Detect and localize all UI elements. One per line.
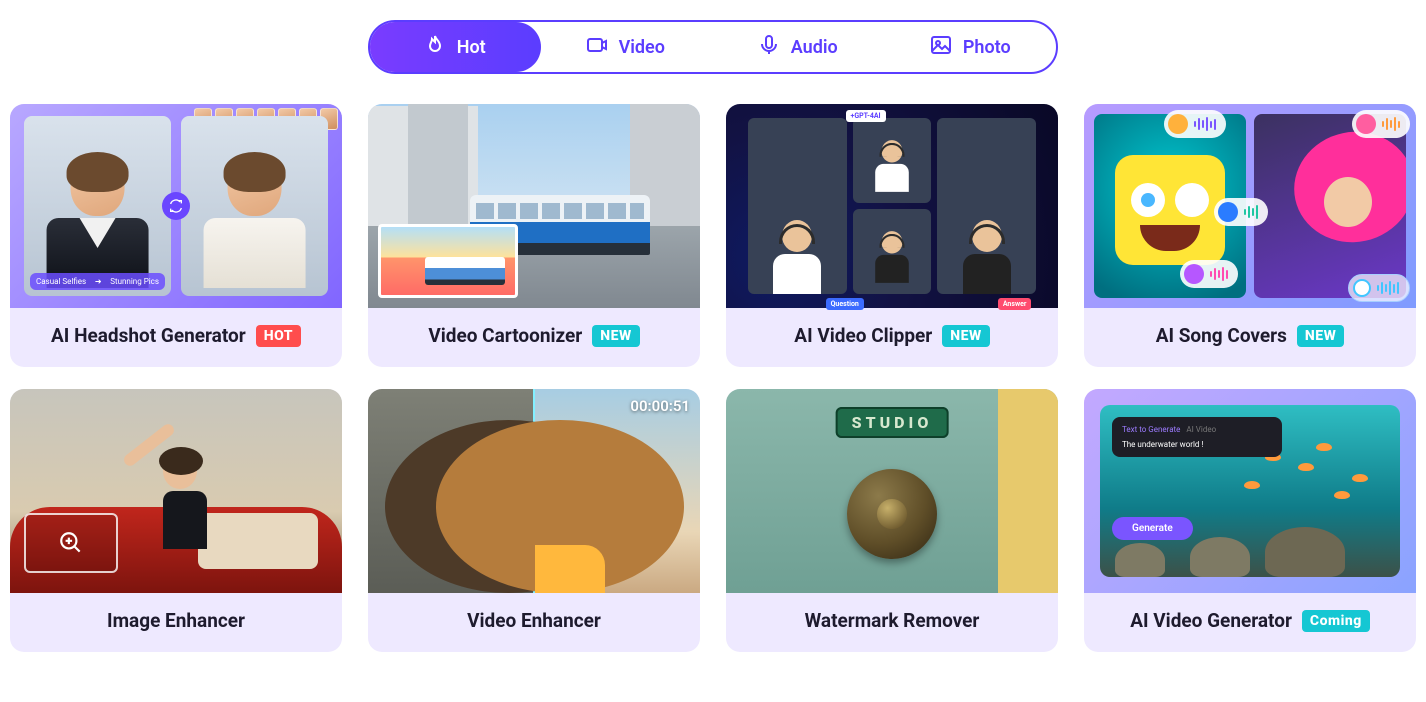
- prompt-text: The underwater world !: [1122, 440, 1272, 449]
- badge-coming: Coming: [1302, 610, 1370, 632]
- video-icon: [585, 33, 609, 62]
- tool-card-watermark-remover[interactable]: STUDIO Watermark Remover: [726, 389, 1058, 652]
- badge-hot: HOT: [256, 325, 301, 347]
- timestamp: 00:00:51: [630, 397, 690, 415]
- tag-question: Question: [826, 298, 864, 310]
- tab-label: Video: [619, 37, 665, 58]
- tool-thumbnail: STUDIO: [726, 389, 1058, 593]
- waveform-icon: [1348, 274, 1410, 302]
- category-tabbar: Hot Video Audio Photo: [368, 20, 1058, 74]
- waveform-icon: [1180, 260, 1238, 288]
- waveform-icon: [1352, 110, 1410, 138]
- tab-photo[interactable]: Photo: [884, 22, 1057, 72]
- tool-title: Video Enhancer: [467, 609, 601, 632]
- flame-icon: [423, 33, 447, 62]
- tool-title: Image Enhancer: [107, 609, 245, 632]
- tool-card-ai-headshot-generator[interactable]: Casual Selfies ➜ Stunning Pics AI Headsh…: [10, 104, 342, 367]
- tool-thumbnail: [10, 389, 342, 593]
- swap-icon: [162, 192, 190, 220]
- tag-answer: Answer: [998, 298, 1032, 310]
- mic-icon: [757, 33, 781, 62]
- arrow-icon: ➜: [95, 277, 102, 286]
- tool-thumbnail: [368, 104, 700, 308]
- badge-new: NEW: [1297, 325, 1344, 347]
- badge-new: NEW: [592, 325, 639, 347]
- tool-card-ai-video-generator[interactable]: Text to Generate AI Video The underwater…: [1084, 389, 1416, 652]
- waveform-icon: [1214, 198, 1268, 226]
- tab-label: Hot: [457, 37, 486, 58]
- waveform-icon: [1164, 110, 1226, 138]
- tool-title: Video Cartoonizer: [428, 324, 582, 347]
- badge-new: NEW: [942, 325, 989, 347]
- tool-title: AI Video Generator: [1130, 609, 1292, 632]
- tab-hot[interactable]: Hot: [368, 22, 541, 72]
- tool-thumbnail: [1084, 104, 1416, 308]
- tool-card-image-enhancer[interactable]: Image Enhancer: [10, 389, 342, 652]
- tool-title: AI Song Covers: [1156, 324, 1287, 347]
- chip-text: Stunning Pics: [110, 277, 159, 286]
- tool-title: AI Video Clipper: [794, 324, 932, 347]
- tool-thumbnail: 00:00:51: [368, 389, 700, 593]
- tab-label: Audio: [791, 37, 838, 58]
- tool-title: Watermark Remover: [805, 609, 980, 632]
- prompt-tab-active: Text to Generate: [1122, 425, 1180, 434]
- magnifier-icon: [24, 513, 118, 573]
- tool-thumbnail: Text to Generate AI Video The underwater…: [1084, 389, 1416, 593]
- tools-grid: Casual Selfies ➜ Stunning Pics AI Headsh…: [8, 104, 1418, 652]
- generate-button: Generate: [1112, 517, 1193, 540]
- tool-card-video-cartoonizer[interactable]: Video Cartoonizer NEW: [368, 104, 700, 367]
- prompt-tab-inactive: AI Video: [1186, 425, 1216, 434]
- tool-card-video-enhancer[interactable]: 00:00:51 Video Enhancer: [368, 389, 700, 652]
- chip-text: Casual Selfies: [36, 277, 86, 286]
- plaque-text: STUDIO: [836, 407, 949, 438]
- tool-card-ai-video-clipper[interactable]: +GPT-4AI Question Answer AI Video Clippe…: [726, 104, 1058, 367]
- tool-thumbnail: +GPT-4AI Question Answer: [726, 104, 1058, 308]
- doorbell-icon: [847, 469, 937, 559]
- tab-video[interactable]: Video: [539, 22, 712, 72]
- image-icon: [929, 33, 953, 62]
- tool-thumbnail: Casual Selfies ➜ Stunning Pics: [10, 104, 342, 308]
- tool-title: AI Headshot Generator: [51, 324, 246, 347]
- tab-audio[interactable]: Audio: [711, 22, 884, 72]
- tool-card-ai-song-covers[interactable]: AI Song Covers NEW: [1084, 104, 1416, 367]
- tag-gpt: +GPT-4AI: [846, 110, 886, 122]
- tab-label: Photo: [963, 37, 1011, 58]
